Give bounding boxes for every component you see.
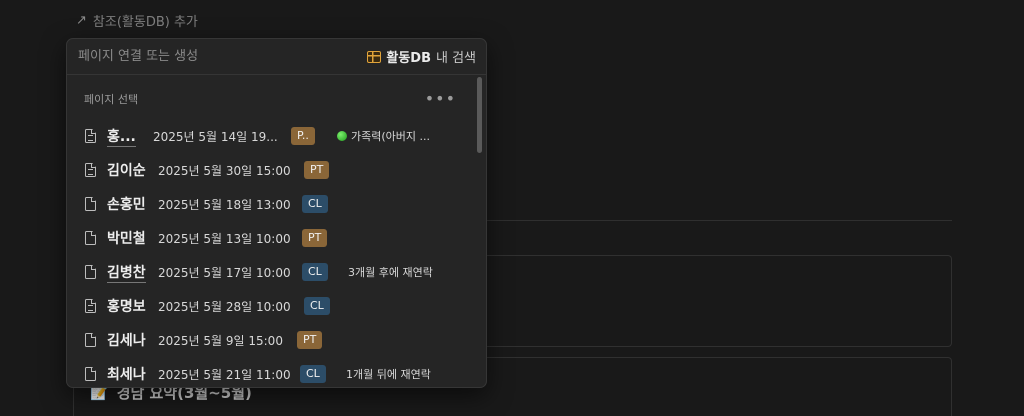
page-date: 2025년 5월 9일 15:00 bbox=[158, 333, 283, 348]
list-item[interactable]: 김세나 2025년 5월 9일 15:00 PT bbox=[67, 326, 477, 354]
page-name: 김세나 bbox=[107, 333, 146, 349]
status-tag: CL bbox=[302, 263, 328, 281]
page-name: 김병찬 bbox=[107, 262, 146, 283]
page-name: 김이순 bbox=[107, 163, 146, 179]
list-item[interactable]: 박민철 2025년 5월 13일 10:00 PT bbox=[67, 224, 477, 252]
page-name: 최세나 bbox=[107, 367, 146, 383]
list-item[interactable]: 김이순 2025년 5월 30일 15:00 PT bbox=[67, 156, 477, 184]
section-header: 페이지 선택 ••• bbox=[84, 91, 456, 107]
content-block bbox=[486, 255, 952, 347]
page-date: 2025년 5월 13일 10:00 bbox=[158, 231, 291, 246]
add-reference-label: 참조(활동DB) 추가 bbox=[92, 14, 198, 30]
document-icon bbox=[85, 333, 96, 347]
page-name: 박민철 bbox=[107, 231, 146, 247]
status-tag: P.. bbox=[291, 127, 315, 145]
status-tag: PT bbox=[304, 161, 330, 179]
page-date: 2025년 5월 18일 13:00 bbox=[158, 197, 291, 212]
page-note-text: 1개월 뒤에 재연락 bbox=[346, 368, 431, 381]
page-date: 2025년 5월 14일 19... bbox=[153, 129, 278, 144]
document-icon bbox=[85, 129, 96, 143]
section-label: 페이지 선택 bbox=[84, 93, 139, 106]
list-item[interactable]: 홍... 2025년 5월 14일 19... P.. 가족력(아버지 ... bbox=[67, 122, 477, 150]
page-note-text: 가족력(아버지 ... bbox=[351, 130, 430, 143]
page-date: 2025년 5월 17일 10:00 bbox=[158, 265, 291, 280]
document-icon bbox=[85, 299, 96, 313]
list-item[interactable]: 홍명보 2025년 5월 28일 10:00 CL bbox=[67, 292, 477, 320]
table-icon bbox=[367, 50, 382, 63]
more-options-icon[interactable]: ••• bbox=[425, 91, 456, 107]
scope-suffix: 내 검색 bbox=[435, 51, 476, 66]
block-border bbox=[73, 387, 74, 416]
page-date: 2025년 5월 30일 15:00 bbox=[158, 163, 291, 178]
scrollbar[interactable] bbox=[477, 77, 482, 153]
page-date: 2025년 5월 21일 11:00 bbox=[158, 367, 291, 382]
arrow-up-right-icon: ↗ bbox=[76, 12, 87, 28]
divider bbox=[486, 220, 952, 221]
status-tag: CL bbox=[300, 365, 326, 383]
add-reference-link[interactable]: ↗ 참조(활동DB) 추가 bbox=[76, 10, 198, 30]
status-tag: CL bbox=[304, 297, 330, 315]
scope-db-name: 활동DB bbox=[386, 51, 431, 66]
page-name: 손홍민 bbox=[107, 197, 146, 213]
page-note: 3개월 후에 재연락 bbox=[348, 264, 433, 280]
page-name: 홍명보 bbox=[107, 299, 146, 315]
list-item[interactable]: 김병찬 2025년 5월 17일 10:00 CL 3개월 후에 재연락 bbox=[67, 258, 477, 286]
list-item[interactable]: 손홍민 2025년 5월 18일 13:00 CL bbox=[67, 190, 477, 218]
page-note-text: 3개월 후에 재연락 bbox=[348, 266, 433, 279]
page-name: 홍... bbox=[107, 126, 136, 147]
relation-picker-popup: 활동DB 내 검색 페이지 선택 ••• 홍... 2025년 5월 14일 1… bbox=[66, 38, 487, 388]
document-icon bbox=[85, 231, 96, 245]
list-item[interactable]: 최세나 2025년 5월 21일 11:00 CL 1개월 뒤에 재연락 bbox=[67, 360, 477, 387]
search-scope-button[interactable]: 활동DB 내 검색 bbox=[367, 47, 476, 66]
search-input[interactable] bbox=[78, 49, 338, 64]
document-icon bbox=[85, 197, 96, 211]
status-tag: CL bbox=[302, 195, 328, 213]
page-note: 1개월 뒤에 재연락 bbox=[346, 366, 431, 382]
status-tag: PT bbox=[302, 229, 328, 247]
popup-header: 활동DB 내 검색 bbox=[67, 39, 486, 75]
status-tag: PT bbox=[297, 331, 323, 349]
green-circle-icon bbox=[337, 131, 347, 141]
document-icon bbox=[85, 367, 96, 381]
page-date: 2025년 5월 28일 10:00 bbox=[158, 299, 291, 314]
document-icon bbox=[85, 265, 96, 279]
page-note: 가족력(아버지 ... bbox=[337, 128, 430, 144]
content-block bbox=[486, 357, 952, 416]
document-icon bbox=[85, 163, 96, 177]
